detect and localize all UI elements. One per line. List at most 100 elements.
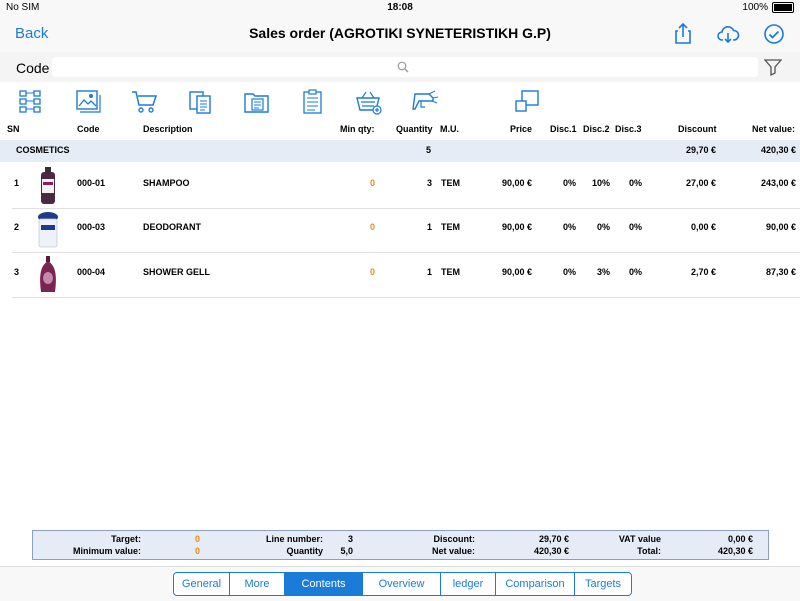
col-quantity[interactable]: Quantity [396, 124, 433, 134]
discount-label: Discount: [433, 534, 476, 544]
share-icon[interactable] [671, 22, 695, 46]
col-price[interactable]: Price [510, 124, 532, 134]
row-sn: 1 [14, 178, 20, 188]
basket-add-icon[interactable] [355, 88, 383, 116]
row-min-qty[interactable]: 0 [370, 178, 375, 188]
row-discount: 0,00 € [690, 222, 716, 232]
row-min-qty[interactable]: 0 [370, 222, 375, 232]
group-name: COSMETICS [16, 145, 70, 155]
segmented-tabs: General More Contents Overview ledger Co… [173, 572, 632, 596]
col-disc2[interactable]: Disc.2 [583, 124, 610, 134]
col-net-value[interactable]: Net value: [752, 124, 795, 134]
row-description: DEODORANT [143, 222, 201, 232]
nav-bar: Back Sales order (AGROTIKI SYNETERISTIKH… [0, 16, 800, 52]
search-input[interactable] [52, 57, 758, 77]
image-gallery-icon[interactable] [75, 88, 103, 116]
row-disc2: 0% [596, 222, 610, 232]
vat-value: 0,00 € [727, 534, 753, 544]
min-value-label: Minimum value: [72, 546, 141, 556]
group-net-value: 420,30 € [760, 145, 796, 155]
clock: 18:08 [387, 2, 413, 13]
tab-comparison[interactable]: Comparison [496, 573, 575, 595]
min-value-value: 0 [195, 546, 201, 556]
clipboard-icon[interactable] [299, 88, 327, 116]
row-disc1: 0% [562, 222, 576, 232]
row-description: SHOWER GELL [143, 267, 210, 277]
target-value: 0 [195, 534, 201, 544]
tab-more[interactable]: More [230, 573, 285, 595]
row-sn: 2 [14, 222, 20, 232]
row-disc3: 0% [628, 178, 642, 188]
folder-icon[interactable] [243, 88, 271, 116]
cloud-download-icon[interactable] [716, 22, 740, 46]
status-bar: No SIM 18:08 100% [0, 0, 800, 16]
row-net-value: 90,00 € [765, 222, 796, 232]
row-quantity[interactable]: 3 [402, 178, 432, 188]
row-net-value: 87,30 € [765, 267, 796, 277]
total-value: 420,30 € [717, 546, 753, 556]
table-row[interactable]: 2 000-03 DEODORANT 0 1 TEM 90,00 € 0% 0%… [12, 208, 800, 253]
col-disc3[interactable]: Disc.3 [615, 124, 642, 134]
row-mu: TEM [441, 222, 460, 232]
grid-layout-icon[interactable] [18, 88, 46, 116]
col-mu[interactable]: M.U. [440, 124, 459, 134]
search-row: Code [0, 52, 800, 82]
search-label: Code [16, 60, 50, 76]
row-quantity[interactable]: 1 [402, 267, 432, 277]
barcode-scanner-icon[interactable] [412, 88, 440, 116]
group-quantity: 5 [426, 145, 432, 155]
net-value-value: 420,30 € [533, 546, 569, 556]
total-label: Total: [637, 546, 661, 556]
battery-percent: 100% [742, 2, 768, 13]
confirm-check-icon[interactable] [762, 22, 786, 46]
group-row[interactable]: COSMETICS 5 29,70 € 420,30 € [0, 140, 800, 162]
row-mu: TEM [441, 267, 460, 277]
row-disc2: 3% [596, 267, 610, 277]
col-disc1[interactable]: Disc.1 [550, 124, 577, 134]
bottom-tab-bar: General More Contents Overview ledger Co… [0, 566, 800, 601]
tab-ledger[interactable]: ledger [441, 573, 496, 595]
filter-icon[interactable] [764, 58, 782, 76]
row-quantity[interactable]: 1 [402, 222, 432, 232]
row-disc2: 10% [591, 178, 610, 188]
row-sn: 3 [14, 267, 20, 277]
discount-value: 29,70 € [538, 534, 569, 544]
deodorant-thumbnail [38, 212, 58, 248]
row-disc1: 0% [562, 178, 576, 188]
row-discount: 2,70 € [690, 267, 716, 277]
resize-icon[interactable] [513, 88, 541, 116]
documents-icon[interactable] [187, 88, 215, 116]
vat-label: VAT value [618, 534, 661, 544]
row-code: 000-01 [77, 178, 106, 188]
status-right: 100% [742, 2, 794, 13]
row-disc3: 0% [628, 267, 642, 277]
row-price: 90,00 € [501, 267, 532, 277]
row-code: 000-03 [77, 222, 106, 232]
group-discount: 29,70 € [685, 145, 716, 155]
col-sn[interactable]: SN [7, 124, 20, 134]
line-number-label: Line number: [265, 534, 323, 544]
cart-icon[interactable] [131, 88, 159, 116]
row-price: 90,00 € [501, 178, 532, 188]
tab-overview[interactable]: Overview [363, 573, 441, 595]
col-discount[interactable]: Discount [678, 124, 717, 134]
col-min-qty[interactable]: Min qty: [340, 124, 375, 134]
net-value-label: Net value: [431, 546, 475, 556]
row-discount: 27,00 € [685, 178, 716, 188]
search-icon [397, 61, 409, 73]
battery-icon [772, 2, 794, 13]
col-description[interactable]: Description [143, 124, 193, 134]
tab-contents[interactable]: Contents [285, 573, 363, 595]
quantity-value: 5,0 [340, 546, 353, 556]
row-mu: TEM [441, 178, 460, 188]
row-min-qty[interactable]: 0 [370, 267, 375, 277]
tab-targets[interactable]: Targets [575, 573, 631, 595]
table-row[interactable]: 3 000-04 SHOWER GELL 0 1 TEM 90,00 € 0% … [12, 253, 800, 298]
table-row[interactable]: 1 000-01 SHAMPOO 0 3 TEM 90,00 € 0% 10% … [12, 164, 800, 209]
toolbar [0, 88, 800, 120]
shampoo-thumbnail [41, 167, 55, 204]
row-disc3: 0% [628, 222, 642, 232]
target-label: Target: [111, 534, 141, 544]
tab-general[interactable]: General [174, 573, 230, 595]
col-code[interactable]: Code [77, 124, 100, 134]
